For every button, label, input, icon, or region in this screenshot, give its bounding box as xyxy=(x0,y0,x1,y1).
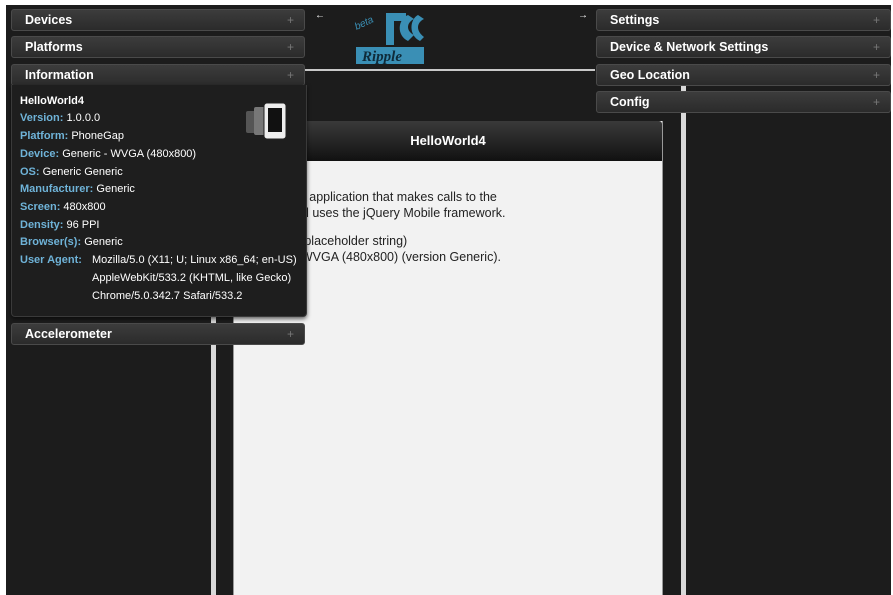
info-version-row: Version: 1.0.0.0 xyxy=(20,112,101,124)
window-frame-left xyxy=(0,0,6,595)
panel-accelerometer-title: Accelerometer xyxy=(25,327,112,341)
info-os-row: OS: Generic Generic xyxy=(20,166,123,178)
stage-top-line xyxy=(300,69,595,71)
panel-geo-location-title: Geo Location xyxy=(610,68,690,82)
expand-icon: + xyxy=(286,68,294,82)
info-user-agent-label: User Agent: xyxy=(20,254,82,266)
info-manufacturer-row: Manufacturer: Generic xyxy=(20,183,135,195)
expand-icon: + xyxy=(872,95,880,109)
stage-rail-right xyxy=(681,68,686,595)
panel-config[interactable]: Config + xyxy=(596,91,891,113)
panel-information-title: Information xyxy=(25,68,94,82)
expand-icon: + xyxy=(872,40,880,54)
panel-accelerometer[interactable]: Accelerometer + xyxy=(11,323,305,345)
info-device-row: Device: Generic - WVGA (480x800) xyxy=(20,148,197,160)
info-browsers-row: Browser(s): Generic xyxy=(20,236,123,248)
panel-device-network-title: Device & Network Settings xyxy=(610,40,769,54)
panel-geo-location[interactable]: Geo Location + xyxy=(596,64,891,86)
panel-platforms[interactable]: Platforms + xyxy=(11,36,305,58)
panel-config-title: Config xyxy=(610,95,650,109)
window-frame-top xyxy=(0,0,893,5)
panel-platforms-title: Platforms xyxy=(25,40,83,54)
panel-devices-title: Devices xyxy=(25,13,73,27)
panel-settings-title: Settings xyxy=(610,13,660,27)
panel-devices[interactable]: Devices + xyxy=(11,9,305,31)
expand-icon: + xyxy=(286,13,294,27)
expand-icon: + xyxy=(872,68,880,82)
panel-device-network-settings[interactable]: Device & Network Settings + xyxy=(596,36,891,58)
collapse-right-arrow-icon[interactable]: → xyxy=(578,10,588,21)
info-platform-row: Platform: PhoneGap xyxy=(20,130,124,142)
expand-icon: + xyxy=(286,327,294,341)
ripple-logo: Ripple beta xyxy=(353,13,424,64)
panel-settings[interactable]: Settings + xyxy=(596,9,891,31)
information-content: HelloWorld4 Version: 1.0.0.0 Platform: P… xyxy=(11,85,307,317)
panel-information[interactable]: Information + xyxy=(11,64,305,86)
expand-icon: + xyxy=(286,40,294,54)
collapse-left-arrow-icon[interactable]: ← xyxy=(315,10,325,21)
info-screen-row: Screen: 480x800 xyxy=(20,201,106,213)
info-user-agent-line-1: Mozilla/5.0 (X11; U; Linux x86_64; en-US… xyxy=(92,254,297,266)
beta-badge: beta xyxy=(353,14,376,32)
info-user-agent-line-3: Chrome/5.0.342.7 Safari/533.2 xyxy=(92,290,243,302)
info-user-agent-line-2: AppleWebKit/533.2 (KHTML, like Gecko) xyxy=(92,272,292,284)
expand-icon: + xyxy=(872,13,880,27)
devices-stack-icon xyxy=(246,102,287,140)
info-density-row: Density: 96 PPI xyxy=(20,219,100,231)
logo-text: Ripple xyxy=(361,49,402,64)
info-app-title: HelloWorld4 xyxy=(20,95,84,107)
